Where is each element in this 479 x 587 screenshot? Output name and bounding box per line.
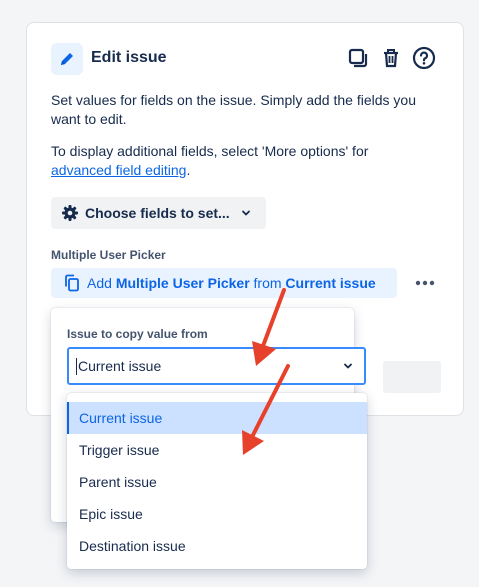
annotation-arrow-2: [242, 364, 290, 455]
annotation-arrow-1: [252, 288, 286, 366]
annotation-arrows: [242, 288, 290, 455]
